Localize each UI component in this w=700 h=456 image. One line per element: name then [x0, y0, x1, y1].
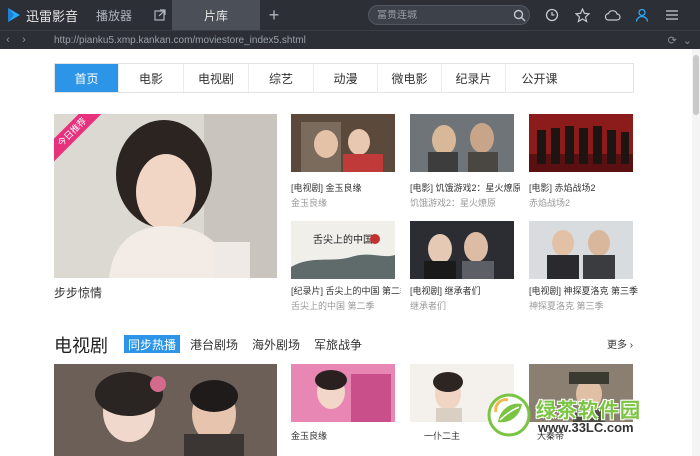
poster-caption[interactable]: [电影] 赤焰战场2 — [529, 181, 639, 194]
favorite-star-icon[interactable] — [570, 0, 594, 30]
titlebar-toolbar — [540, 0, 690, 30]
forward-arrow-icon[interactable]: › — [16, 31, 32, 50]
search-box — [368, 5, 530, 25]
tab-military[interactable]: 军旅战争 — [310, 335, 366, 353]
user-account-icon[interactable] — [630, 0, 654, 30]
poster-caption[interactable]: 一仆二主 — [424, 429, 460, 442]
svg-text:舌尖上的中国: 舌尖上的中国 — [313, 233, 373, 246]
green-tea-logo-icon — [487, 393, 531, 437]
dropdown-arrow-icon[interactable]: ⌄ — [683, 34, 692, 47]
address-bar: ‹ › http://pianku5.xmp.kankan.com/movies… — [0, 30, 700, 49]
app-logo[interactable]: 迅雷影音 — [0, 0, 80, 30]
poster-subtitle: 赤焰战场2 — [529, 198, 571, 208]
scrollbar-thumb[interactable] — [693, 55, 699, 115]
site-watermark: 绿茶软件园 www.33LC.com — [486, 392, 686, 448]
poster-caption[interactable]: [电影] 饥饿游戏2：星火燎原 — [410, 181, 520, 194]
tab-library[interactable]: 片库 — [172, 0, 260, 30]
poster-subtitle: 继承者们 — [410, 301, 447, 311]
poster-thumb[interactable] — [410, 114, 514, 172]
poster-caption[interactable]: 金玉良缘 — [291, 429, 327, 442]
nav-variety[interactable]: 综艺 — [249, 64, 314, 92]
poster-subtitle: 金玉良缘 — [291, 198, 328, 208]
nav-open-course[interactable]: 公开课 — [506, 64, 573, 92]
poster-caption[interactable]: [纪录片] 舌尖上的中国 第二季 — [291, 284, 401, 297]
watermark-title: 绿茶软件园 — [536, 400, 641, 422]
watermark-url: www.33LC.com — [538, 420, 634, 435]
add-tab-button[interactable]: + — [260, 0, 288, 30]
title-bar: 迅雷影音 播放器 片库 + — [0, 0, 700, 30]
poster-thumb[interactable] — [529, 221, 633, 279]
poster-thumb[interactable]: 舌尖上的中国 — [291, 221, 395, 279]
xunlei-logo-icon — [8, 8, 20, 22]
search-icon[interactable] — [509, 6, 529, 24]
section-title: 电视剧 — [54, 336, 108, 356]
more-link[interactable]: 更多 › — [607, 336, 633, 351]
poster-thumb[interactable] — [291, 114, 395, 172]
poster-thumb[interactable] — [291, 364, 395, 422]
nav-movie[interactable]: 电影 — [119, 64, 184, 92]
nav-anime[interactable]: 动漫 — [314, 64, 378, 92]
tab-overseas[interactable]: 海外剧场 — [248, 335, 304, 353]
poster-caption[interactable]: [电视剧] 金玉良缘 — [291, 181, 401, 194]
history-clock-icon[interactable] — [540, 0, 564, 30]
search-input[interactable] — [369, 9, 509, 21]
refresh-icon[interactable]: ⟳ — [668, 34, 677, 47]
address-actions: ⟳ ⌄ — [668, 34, 700, 47]
poster-subtitle: 舌尖上的中国 第二季 — [291, 301, 375, 311]
poster-subtitle: 饥饿游戏2：星火燎原 — [410, 198, 497, 208]
url-text[interactable]: http://pianku5.xmp.kankan.com/moviestore… — [54, 35, 668, 46]
nav-home[interactable]: 首页 — [55, 64, 119, 92]
back-arrow-icon[interactable]: ‹ — [0, 31, 16, 50]
nav-tv[interactable]: 电视剧 — [184, 64, 249, 92]
poster-thumb[interactable] — [529, 114, 633, 172]
poster-caption[interactable]: [电视剧] 继承者们 — [410, 284, 520, 297]
poster-thumb[interactable] — [410, 221, 514, 279]
featured-poster-image — [54, 114, 277, 278]
nav-documentary[interactable]: 纪录片 — [442, 64, 506, 92]
tab-hk-tw[interactable]: 港台剧场 — [186, 335, 242, 353]
tab-sync-hot[interactable]: 同步热播 — [124, 335, 181, 353]
menu-icon[interactable] — [660, 0, 684, 30]
poster-subtitle: 神探夏洛克 第三季 — [529, 301, 604, 311]
featured-title[interactable]: 步步惊情 — [54, 284, 102, 301]
cloud-icon[interactable] — [600, 0, 624, 30]
app-name: 迅雷影音 — [26, 8, 79, 24]
featured-poster[interactable]: 今日推荐 — [54, 114, 277, 278]
poster-caption[interactable]: [电视剧] 神探夏洛克 第三季 — [529, 284, 639, 297]
tab-player[interactable]: 播放器 — [80, 0, 148, 30]
section-tabs: 同步热播 港台剧场 海外剧场 军旅战争 — [124, 335, 372, 353]
category-nav: 首页 电影 电视剧 综艺 动漫 微电影 纪录片 公开课 — [54, 63, 634, 93]
tv-featured-poster[interactable] — [54, 364, 277, 456]
external-open-icon[interactable] — [148, 0, 172, 30]
nav-micro-film[interactable]: 微电影 — [378, 64, 442, 92]
